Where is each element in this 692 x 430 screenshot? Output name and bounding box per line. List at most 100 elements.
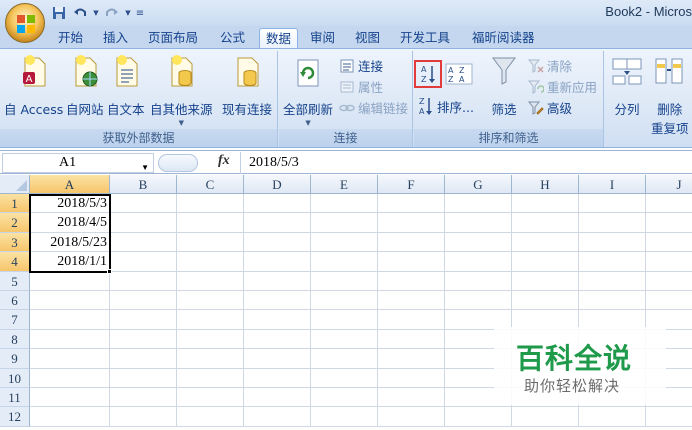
column-header[interactable]: J [646,175,692,194]
cell[interactable] [311,349,378,369]
edit-links-button[interactable]: 编辑链接 [339,98,408,117]
chevron-down-icon[interactable]: ▼ [124,4,132,22]
row-header[interactable]: 11 [0,388,30,408]
cell[interactable] [244,252,311,272]
cell[interactable] [512,252,579,272]
cell[interactable] [445,232,512,253]
cell[interactable] [177,368,244,388]
cell[interactable] [244,329,311,350]
tab-data[interactable]: 数据 [259,28,299,48]
row-header[interactable]: 8 [0,329,30,350]
cell[interactable] [110,388,177,408]
cell[interactable] [445,252,512,272]
cell[interactable] [177,388,244,408]
row-header[interactable]: 5 [0,271,30,291]
cell[interactable] [378,271,445,291]
cell[interactable] [311,194,378,214]
save-icon[interactable] [50,4,68,22]
existing-connections-button[interactable]: 现有连接 [222,53,272,118]
cell[interactable] [445,291,512,311]
tab-developer[interactable]: 开发工具 [394,28,456,48]
customize-qat-icon[interactable]: ≡ [135,4,145,22]
cell[interactable] [30,271,110,291]
cell[interactable] [177,407,244,427]
cell[interactable] [177,329,244,350]
chevron-down-icon[interactable]: ▼ [92,4,100,22]
cell[interactable] [30,329,110,350]
cell[interactable] [311,291,378,311]
cell[interactable] [378,368,445,388]
column-header[interactable]: I [579,175,646,194]
cell[interactable] [244,213,311,233]
tab-page-layout[interactable]: 页面布局 [142,28,204,48]
cell[interactable] [311,388,378,408]
tab-view[interactable]: 视图 [349,28,386,48]
cell[interactable] [378,310,445,330]
tab-foxit-reader[interactable]: 福昕阅读器 [466,28,541,48]
cell[interactable] [512,271,579,291]
clear-filter-button[interactable]: 清除 [528,56,572,75]
cell[interactable] [378,252,445,272]
cell[interactable] [646,213,692,233]
cell[interactable] [177,291,244,311]
cell[interactable] [30,349,110,369]
cell[interactable] [110,232,177,253]
cell[interactable] [378,194,445,214]
cell[interactable] [579,213,646,233]
cell[interactable] [579,271,646,291]
cell[interactable] [110,310,177,330]
cell[interactable] [177,271,244,291]
cell[interactable] [110,291,177,311]
cell[interactable] [30,388,110,408]
column-header[interactable]: G [445,175,512,194]
fill-handle[interactable] [107,269,112,274]
cell[interactable] [244,194,311,214]
from-web-button[interactable]: 自网站 [66,53,104,118]
name-box[interactable]: A1 ▼ [2,153,154,173]
advanced-filter-button[interactable]: 高级 [528,98,572,117]
cell[interactable] [110,407,177,427]
cell[interactable] [646,407,692,427]
cell[interactable] [30,310,110,330]
cell[interactable] [311,232,378,253]
row-header[interactable]: 6 [0,291,30,311]
cell[interactable] [646,194,692,214]
row-header[interactable]: 2 [0,213,30,233]
cell[interactable] [378,291,445,311]
cell[interactable] [445,194,512,214]
cell[interactable]: 2018/1/1 [30,252,110,272]
cell[interactable] [30,291,110,311]
column-header[interactable]: A [30,175,110,194]
cell[interactable] [445,407,512,427]
undo-icon[interactable] [71,4,89,22]
cell[interactable] [244,291,311,311]
tab-review[interactable]: 审阅 [304,28,341,48]
cell[interactable] [512,232,579,253]
cell[interactable] [646,291,692,311]
cell[interactable] [378,213,445,233]
cell[interactable] [378,407,445,427]
cell[interactable] [177,194,244,214]
cell[interactable] [30,407,110,427]
cell[interactable]: 2018/5/3 [30,194,110,214]
cell[interactable] [579,252,646,272]
cell[interactable] [646,252,692,272]
cell[interactable] [378,232,445,253]
connections-button[interactable]: 连接 [339,56,383,75]
column-header[interactable]: H [512,175,579,194]
properties-button[interactable]: 属性 [339,77,383,96]
cell[interactable] [110,252,177,272]
cell[interactable] [30,368,110,388]
sort-descending-button[interactable]: AZZA [445,63,473,85]
cell[interactable] [378,329,445,350]
cell[interactable] [378,349,445,369]
cell[interactable] [512,291,579,311]
from-access-button[interactable]: A 自 Access [4,53,63,118]
from-text-button[interactable]: 自文本 [107,53,145,118]
row-header[interactable]: 9 [0,349,30,369]
formula-bar-resize-handle[interactable] [158,154,198,172]
cell[interactable] [177,252,244,272]
cell[interactable] [579,232,646,253]
cell[interactable] [110,368,177,388]
cell[interactable] [646,233,692,253]
